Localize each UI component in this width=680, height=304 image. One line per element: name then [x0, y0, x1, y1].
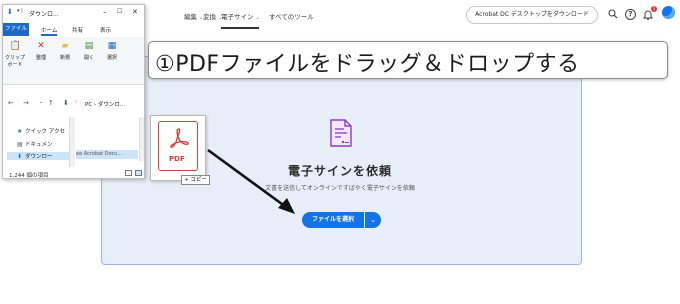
selected-file-row[interactable]: ee Acrobat Docu... — [76, 150, 138, 159]
nav-all-tools[interactable]: すべてのツール — [269, 11, 314, 21]
nav-pane-scrollbar[interactable] — [69, 117, 75, 167]
esign-request-icon — [329, 118, 353, 148]
search-icon[interactable] — [607, 9, 618, 20]
pdf-label: PDF — [169, 155, 185, 163]
nav-downloads[interactable]: ⬇ ダウンロー — [7, 152, 69, 160]
minimize-icon[interactable]: – — [103, 8, 107, 16]
pdf-file-icon: PDF — [158, 121, 198, 171]
clipboard-icon: 📋 — [9, 41, 21, 51]
dragged-pdf-file[interactable]: PDF — [150, 115, 206, 181]
tab-home[interactable]: ホーム — [41, 26, 58, 36]
nav-convert[interactable]: 変換 ⌄ — [203, 11, 222, 21]
select-button[interactable]: ▦ 選択 — [102, 41, 122, 62]
select-grid-icon: ▦ — [107, 41, 117, 51]
clipboard-button[interactable]: 📋 クリップボード — [5, 41, 25, 69]
explorer-address-bar: ← → ⌄ ↑ ⬇ › PC › ダウンロ... — [3, 97, 144, 111]
folder-icon: ▰ — [61, 41, 69, 51]
download-icon: ⬇ — [17, 153, 23, 160]
nav-quick-access[interactable]: ★ クイック アクセ — [17, 127, 65, 135]
select-file-dropdown-button[interactable]: ⌄ — [365, 212, 381, 228]
drag-copy-tooltip: + コピー — [181, 175, 210, 185]
open-icon: ▤ — [84, 41, 94, 51]
nav-edit[interactable]: 編集 ⌄ — [184, 11, 203, 21]
explorer-title-bar: ⬇ ▾ | ダウンロ... – ☐ ✕ — [3, 5, 144, 21]
instruction-callout: ①PDFファイルをドラッグ＆ドロップする — [148, 41, 668, 79]
instruction-text: ①PDFファイルをドラッグ＆ドロップする — [155, 52, 580, 77]
acrobat-page: 編集 ⌄ 変換 ⌄ 電子サイン ⌄ すべてのツール Acrobat DC デスクトップ… — [0, 0, 680, 304]
maximize-icon[interactable]: ☐ — [117, 8, 122, 15]
item-count: 1,244 個の項目 — [9, 173, 49, 179]
avatar[interactable] — [662, 6, 675, 19]
explorer-ribbon: 📋 クリップボード ✕ 整理 ▰ 新規 ▤ 開く ▦ 選択 — [3, 37, 144, 85]
explorer-ribbon-tabs: ファイル ホーム 共有 表示 — [3, 23, 144, 36]
nav-documents[interactable]: ▤ ドキュメン — [17, 140, 53, 148]
large-icons-view-icon[interactable] — [135, 170, 142, 176]
forward-icon[interactable]: → — [23, 99, 29, 107]
download-desktop-button[interactable]: Acrobat DC デスクトップをダウンロード — [466, 6, 598, 24]
up-icon[interactable]: ↑ — [48, 99, 54, 107]
tab-view[interactable]: 表示 — [100, 26, 111, 34]
nav-active-indicator — [221, 27, 259, 29]
back-icon[interactable]: ← — [8, 99, 14, 107]
document-icon: ▤ — [17, 141, 23, 148]
file-list-scrollbar[interactable] — [139, 117, 144, 161]
select-file-button[interactable]: ファイルを選択 — [302, 212, 364, 228]
drop-zone-subtitle: 文書を送信してオンラインですばやく電子サインを依頼 — [265, 185, 415, 192]
chevron-down-icon: ⌄ — [255, 15, 260, 21]
download-folder-icon: ⬇ — [7, 8, 13, 16]
new-button[interactable]: ▰ 新規 — [55, 41, 75, 62]
details-view-icon[interactable] — [125, 170, 132, 176]
explorer-nav-pane: ★ クイック アクセ ▤ ドキュメン ⬇ ダウンロー — [3, 117, 71, 167]
tab-share[interactable]: 共有 — [72, 26, 83, 34]
file-explorer-window: ⬇ ▾ | ダウンロ... – ☐ ✕ ファイル ホーム 共有 表示 📋 クリップ… — [2, 4, 145, 179]
help-icon[interactable]: ? — [625, 9, 636, 20]
drop-zone-title: 電子サインを依頼 — [287, 164, 392, 178]
tab-file[interactable]: ファイル — [3, 23, 29, 36]
explorer-title: ダウンロ... — [29, 11, 59, 18]
close-icon[interactable]: ✕ — [132, 8, 138, 16]
organize-button[interactable]: ✕ 整理 — [31, 41, 51, 62]
open-button[interactable]: ▤ 開く — [79, 41, 99, 62]
chevron-down-icon[interactable]: ⌄ — [39, 99, 43, 105]
star-icon: ★ — [17, 128, 23, 135]
notification-badge: 1 — [651, 6, 657, 12]
nav-esign[interactable]: 電子サイン ⌄ — [221, 11, 260, 21]
address-path[interactable]: PC › ダウンロ... — [85, 100, 125, 108]
chevron-right-icon: › — [75, 99, 77, 105]
chevron-down-icon: ⌄ — [370, 216, 376, 224]
delete-icon: ✕ — [37, 41, 45, 51]
quick-access-toolbar-icon[interactable]: ▾ | — [17, 8, 23, 14]
download-folder-icon: ⬇ — [63, 99, 69, 107]
